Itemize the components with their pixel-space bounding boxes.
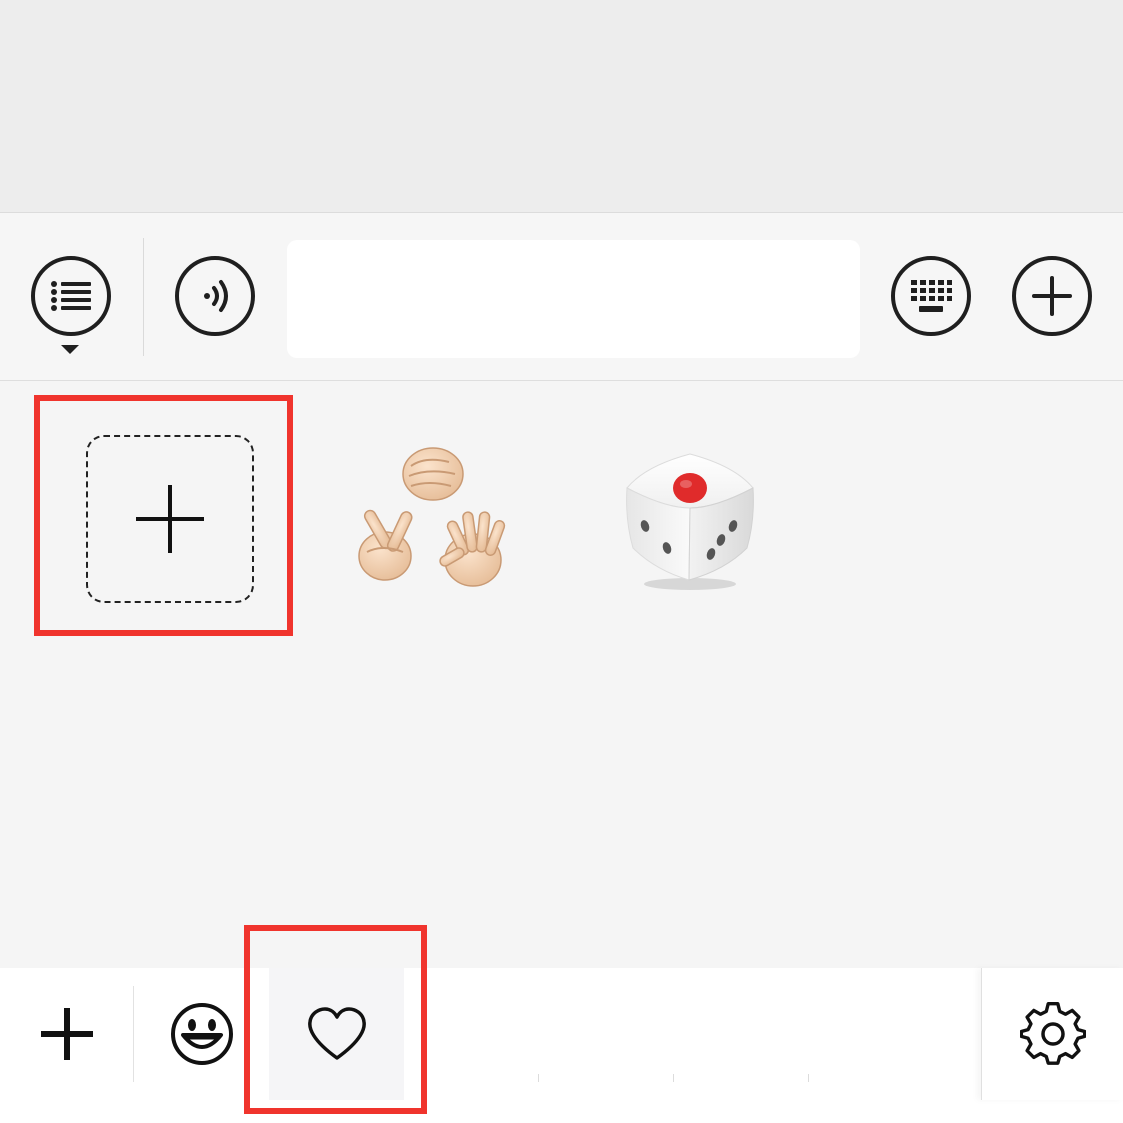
tab-separator (808, 1074, 809, 1082)
dice-sticker[interactable] (600, 429, 780, 609)
tab-add[interactable] (0, 968, 133, 1100)
tab-favorites[interactable] (269, 968, 404, 1100)
message-input[interactable] (287, 240, 860, 358)
menu-caret-icon (61, 345, 79, 354)
rock-paper-scissors-icon (358, 447, 506, 587)
plus-icon (136, 485, 204, 553)
gear-icon (1020, 1002, 1086, 1065)
input-bar-divider (143, 238, 144, 356)
tab-separator (538, 1074, 539, 1082)
tab-separator (673, 1074, 674, 1082)
chat-history-area (0, 0, 1123, 213)
plus-icon (40, 1008, 93, 1060)
rock-paper-scissors-sticker[interactable] (340, 429, 520, 609)
voice-button[interactable] (175, 256, 255, 336)
heart-icon (307, 1007, 366, 1060)
tab-emoji[interactable] (134, 968, 269, 1100)
sticker-tab-bar (0, 968, 1123, 1100)
keyboard-button[interactable] (891, 256, 971, 336)
voice-icon (204, 280, 228, 312)
sticker-settings-button[interactable] (981, 968, 1123, 1100)
more-functions-button[interactable] (1012, 256, 1092, 336)
sticker-panel (0, 381, 1123, 968)
keyboard-icon (911, 280, 952, 312)
menu-list-button[interactable] (31, 256, 111, 336)
add-sticker-button[interactable] (86, 435, 254, 603)
list-icon (51, 281, 91, 311)
dice-icon (626, 453, 754, 590)
smiley-icon (170, 1003, 233, 1065)
input-bar (0, 213, 1123, 381)
plus-icon (1032, 276, 1072, 316)
